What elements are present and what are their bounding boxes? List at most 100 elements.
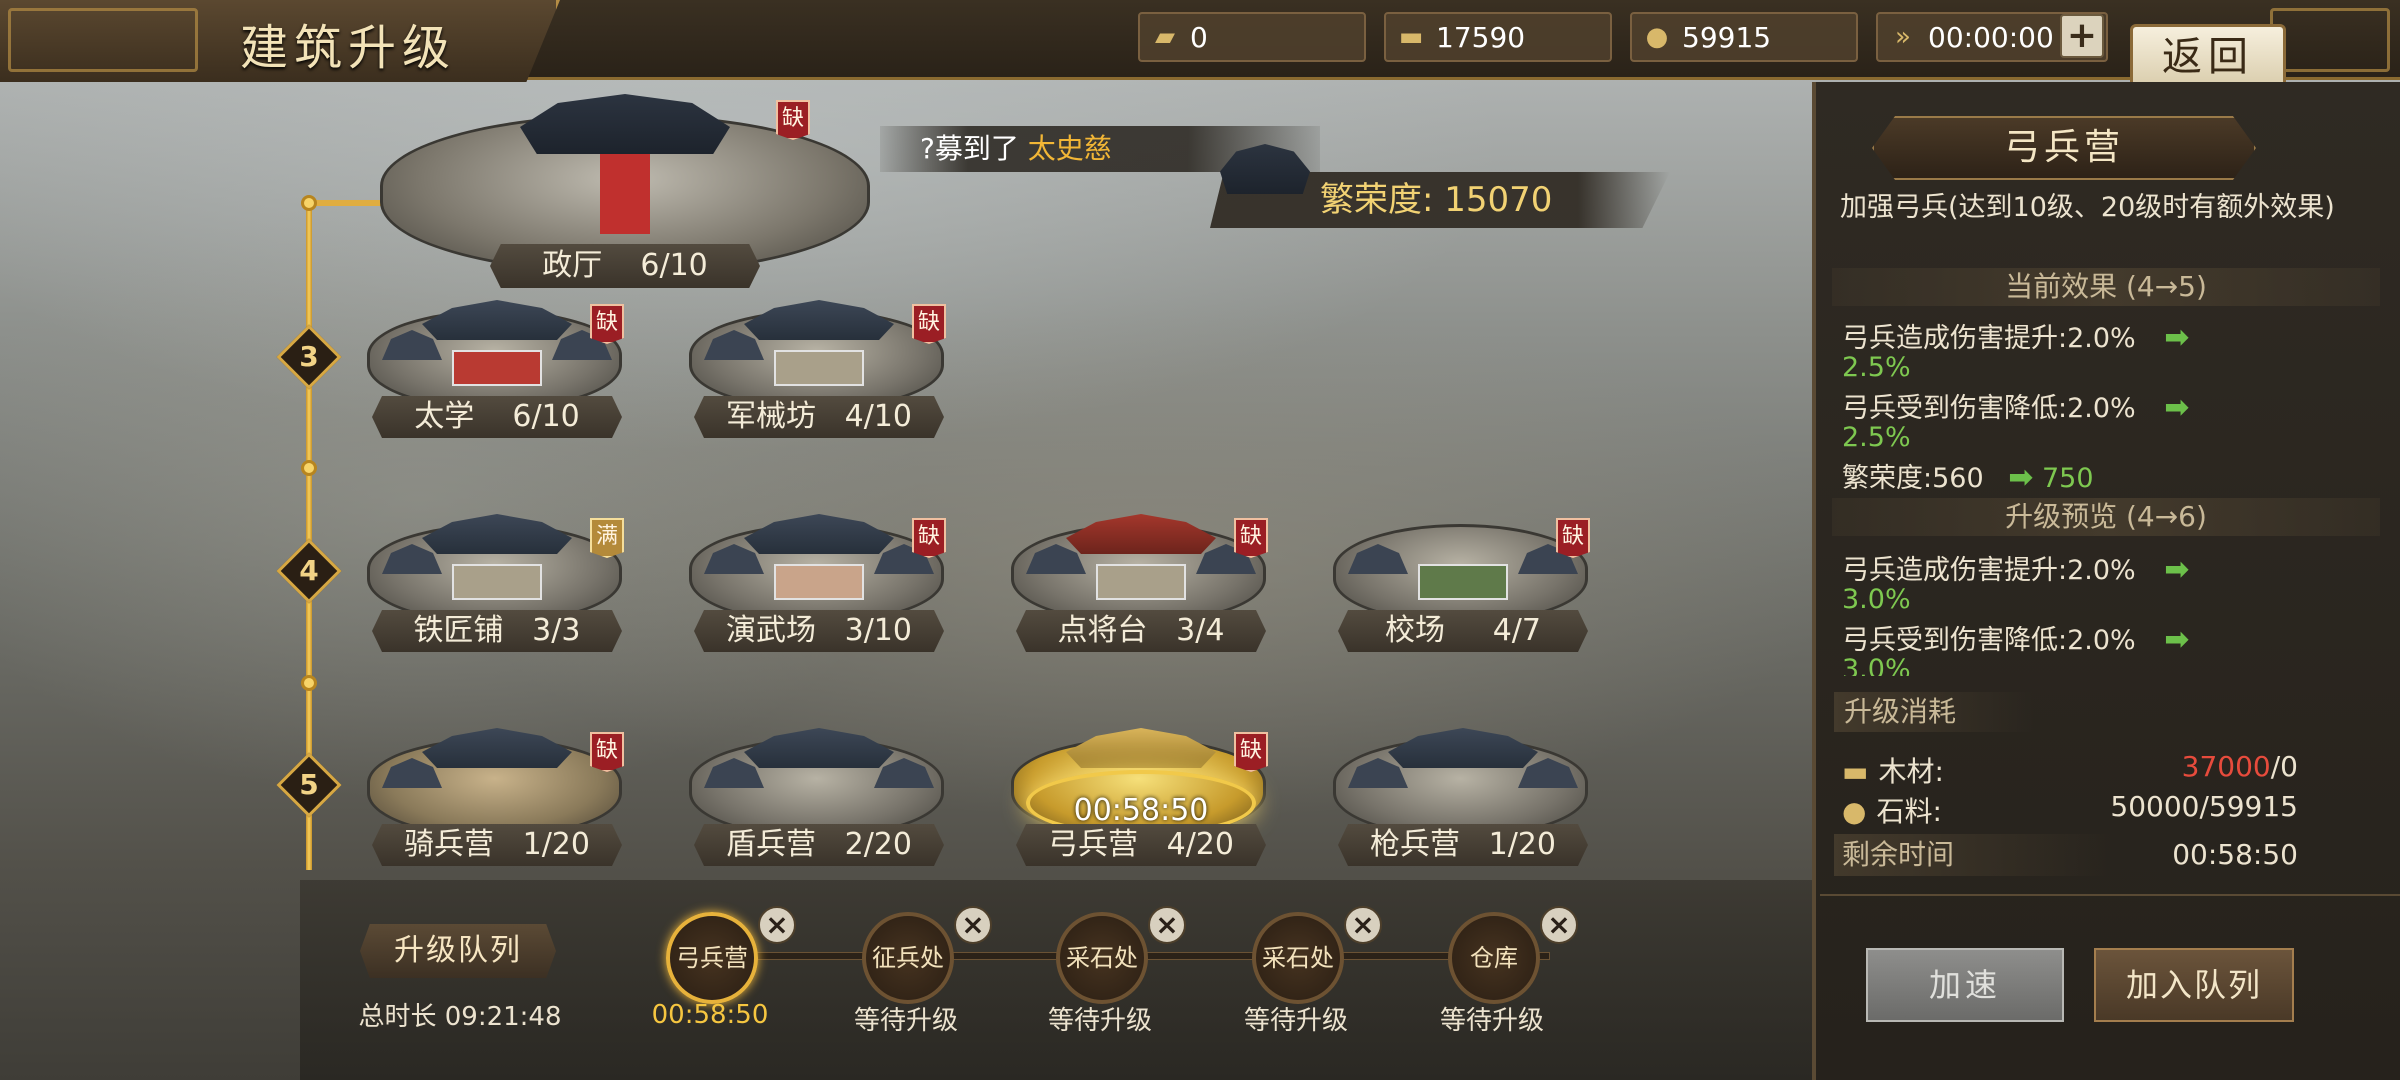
missing-badge: 缺: [912, 304, 946, 344]
building-roof: [422, 728, 572, 768]
tree-node: [301, 675, 317, 691]
resource-wood[interactable]: ▬ 17590: [1384, 12, 1612, 62]
building-roof: [744, 514, 894, 554]
building-parade-ground[interactable]: 缺 校场 4/7: [1328, 514, 1598, 652]
queue-slot[interactable]: 弓兵营: [666, 912, 758, 1004]
queue-slot-label: 采石处: [1262, 944, 1334, 972]
remaining-time-value: 00:58:50: [2172, 838, 2298, 871]
divider: [1820, 894, 2400, 896]
queue-slot-status: 等待升级: [853, 1006, 958, 1036]
building-label: 盾兵营 2/20: [694, 824, 944, 866]
palace-roof: [520, 94, 730, 154]
queue-slot[interactable]: 征兵处: [862, 912, 954, 1004]
building-shield[interactable]: 盾兵营 2/20: [684, 728, 954, 866]
building-label: 政厅 6/10: [490, 244, 760, 288]
building-label: 太学 6/10: [372, 396, 622, 438]
building-general-platform[interactable]: 缺 点将台 3/4: [1006, 514, 1276, 652]
queue-slot[interactable]: 仓库: [1448, 912, 1540, 1004]
effect-text: 弓兵造成伤害提升:2.0%: [1842, 555, 2136, 586]
building-palace[interactable]: 缺 政厅 6/10: [380, 94, 870, 294]
close-icon[interactable]: ×: [1540, 906, 1578, 944]
missing-badge: 缺: [590, 732, 624, 772]
building-roof: [422, 300, 572, 340]
stone-icon: ●: [1645, 22, 1669, 52]
preview-header: 升级预览 (4→6): [1832, 498, 2380, 536]
building-label: 弓兵营 4/20: [1016, 824, 1266, 866]
close-icon[interactable]: ×: [1148, 906, 1186, 944]
remaining-time-label: 剩余时间: [1842, 838, 1955, 871]
building-roof: [744, 300, 894, 340]
cost-row-wood: ▬ 木材: 37000/0: [1842, 750, 2298, 790]
missing-badge: 缺: [1556, 518, 1590, 558]
effect-next: 3.0%: [1842, 654, 1911, 676]
cost-header: 升级消耗: [1834, 692, 2034, 732]
queue-slot-label: 仓库: [1470, 944, 1518, 972]
missing-badge: 缺: [912, 518, 946, 558]
cost-label: 木材:: [1878, 755, 1944, 788]
close-icon[interactable]: ×: [758, 906, 796, 944]
effect-next: 3.0%: [1842, 584, 1911, 615]
ornament-icon: [8, 8, 198, 72]
resource-stone-value: 59915: [1682, 20, 1772, 54]
building-courtyard: [774, 564, 864, 600]
preview-scroll-area[interactable]: 升级预览 (4→6) 弓兵造成伤害提升:2.0% ➡ 3.0% 弓兵受到伤害降低…: [1832, 486, 2380, 676]
cost-have: /0: [2270, 750, 2298, 783]
effect-text: 弓兵造成伤害提升:2.0%: [1842, 323, 2136, 354]
add-resource-button[interactable]: +: [2060, 14, 2104, 58]
building-roof: [422, 514, 572, 554]
arrow-right-icon: ➡: [2164, 552, 2190, 587]
building-roof: [744, 728, 894, 768]
effect-text: 弓兵受到伤害降低:2.0%: [1842, 393, 2136, 424]
level-number: 5: [299, 768, 319, 801]
full-badge: 满: [590, 518, 624, 558]
resource-stone[interactable]: ● 59915: [1630, 12, 1858, 62]
announcement-highlight: 太史慈: [1027, 132, 1112, 165]
effect-next: 2.5%: [1842, 352, 1911, 383]
building-label: 军械坊 4/10: [694, 396, 944, 438]
building-spear[interactable]: 枪兵营 1/20: [1328, 728, 1598, 866]
building-label: 骑兵营 1/20: [372, 824, 622, 866]
tree-node: [301, 195, 317, 211]
building-archer[interactable]: 00:58:50 缺 弓兵营 4/20: [1006, 728, 1276, 866]
building-courtyard: [1418, 564, 1508, 600]
building-cavalry[interactable]: 缺 骑兵营 1/20: [362, 728, 632, 866]
resource-token[interactable]: ▰ 0: [1138, 12, 1366, 62]
building-label: 点将台 3/4: [1016, 610, 1266, 652]
queue-slot-status: 00:58:50: [651, 1000, 769, 1030]
building-label: 枪兵营 1/20: [1338, 824, 1588, 866]
building-drill-ground[interactable]: 缺 演武场 3/10: [684, 514, 954, 652]
token-icon: ▰: [1155, 22, 1175, 52]
stone-icon: ●: [1842, 795, 1867, 828]
building-taixue[interactable]: 缺 太学 6/10: [362, 300, 632, 438]
panel-description: 加强弓兵(达到10级、20级时有额外效果): [1840, 192, 2335, 223]
building-label: 铁匠铺 3/3: [372, 610, 622, 652]
building-courtyard: [1096, 564, 1186, 600]
remaining-time-row: 剩余时间 00:58:50: [1834, 834, 2298, 876]
queue-slot-status: 等待升级: [1439, 1006, 1544, 1036]
queue-slot[interactable]: 采石处: [1252, 912, 1344, 1004]
building-row-5: 缺 骑兵营 1/20 盾兵营 2/20 00:58:50 缺 弓兵营 4/20 …: [340, 720, 1640, 868]
speedup-icon: »: [1895, 22, 1911, 52]
panel-title: 弓兵营: [1872, 116, 2256, 180]
building-armory[interactable]: 缺 军械坊 4/10: [684, 300, 954, 438]
wood-icon: ▬: [1398, 22, 1424, 52]
cost-need: 37000: [2181, 750, 2271, 783]
page-title: 建筑升级: [240, 20, 457, 76]
arrow-right-icon: ➡: [2164, 320, 2190, 355]
effect-line: 弓兵受到伤害降低:2.0% ➡: [1842, 386, 2189, 425]
resource-speedup-value: 00:00:00: [1928, 20, 2054, 54]
level-number: 3: [299, 340, 319, 373]
missing-badge: 缺: [1234, 732, 1268, 772]
upgrade-timer-text: 00:58:50: [1073, 793, 1209, 828]
building-roof: [1066, 728, 1216, 768]
close-icon[interactable]: ×: [1344, 906, 1382, 944]
queue-slot[interactable]: 采石处: [1056, 912, 1148, 1004]
close-icon[interactable]: ×: [954, 906, 992, 944]
palace-stairs: [600, 154, 650, 234]
prosperity-value: 繁荣度: 15070: [1320, 180, 1553, 220]
speedup-button[interactable]: 加速: [1866, 948, 2064, 1022]
missing-badge: 缺: [1234, 518, 1268, 558]
add-to-queue-button[interactable]: 加入队列: [2094, 948, 2294, 1022]
wood-icon: ▬: [1842, 755, 1869, 788]
building-smithy[interactable]: 满 铁匠铺 3/3: [362, 514, 632, 652]
